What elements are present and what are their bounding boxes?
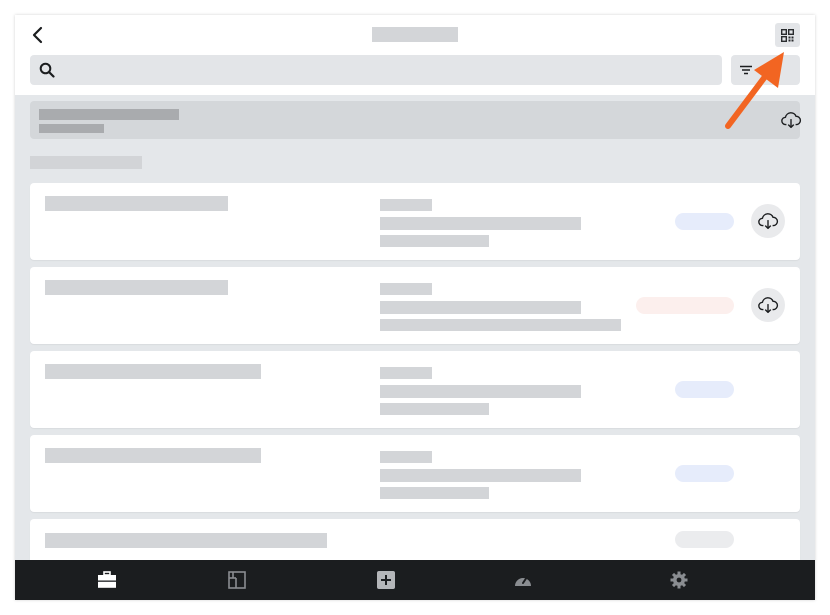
item-meta-line	[380, 385, 581, 398]
search-icon	[39, 62, 55, 78]
list-item[interactable]	[30, 267, 800, 344]
nav-item-settings[interactable]	[649, 560, 709, 600]
status-badge	[636, 297, 734, 314]
item-meta-line	[380, 403, 489, 415]
add-box-icon	[377, 571, 395, 589]
cloud-download-icon	[758, 213, 779, 230]
list-item[interactable]	[30, 435, 800, 512]
gear-icon	[670, 571, 688, 589]
item-meta-label	[380, 283, 432, 295]
status-badge	[675, 381, 734, 398]
status-badge	[675, 465, 734, 482]
chevron-left-icon[interactable]	[29, 24, 47, 46]
item-meta-line	[380, 487, 489, 499]
search-input[interactable]	[60, 55, 714, 87]
dashboard-gauge-icon	[515, 576, 531, 586]
section-header	[30, 156, 142, 169]
search-bar[interactable]	[30, 55, 722, 87]
item-title	[45, 196, 228, 211]
item-meta-line	[380, 469, 581, 482]
app-window	[15, 15, 815, 600]
qr-code-icon	[781, 28, 794, 42]
item-meta-line	[380, 319, 621, 331]
nav-item-plans[interactable]	[207, 560, 267, 600]
nav-item-create[interactable]	[356, 560, 416, 600]
item-title	[45, 533, 327, 548]
qr-code-button[interactable]	[775, 23, 800, 47]
download-button[interactable]	[751, 288, 785, 322]
item-meta-line	[380, 235, 489, 247]
list-item[interactable]	[30, 351, 800, 428]
item-meta-label	[380, 451, 432, 463]
floor-plan-icon	[228, 571, 246, 589]
page-title	[372, 27, 458, 42]
item-title	[45, 364, 261, 379]
annotation-arrow	[725, 52, 784, 129]
list-item[interactable]	[30, 183, 800, 260]
nav-item-projects[interactable]	[77, 560, 137, 600]
item-meta-line	[380, 217, 581, 230]
bottom-navigation	[15, 560, 815, 600]
header	[15, 15, 815, 95]
banner-title	[39, 109, 179, 120]
briefcase-icon	[98, 571, 116, 588]
download-all-banner[interactable]	[30, 101, 802, 139]
item-meta-label	[380, 367, 432, 379]
item-meta-label	[380, 199, 432, 211]
status-badge	[675, 213, 734, 230]
item-title	[45, 280, 228, 295]
status-badge	[675, 531, 734, 548]
download-button[interactable]	[751, 204, 785, 238]
cloud-download-icon	[758, 297, 779, 314]
item-meta-line	[380, 301, 581, 314]
nav-item-dashboard[interactable]	[493, 560, 553, 600]
banner-subtitle	[39, 124, 104, 133]
item-title	[45, 448, 261, 463]
